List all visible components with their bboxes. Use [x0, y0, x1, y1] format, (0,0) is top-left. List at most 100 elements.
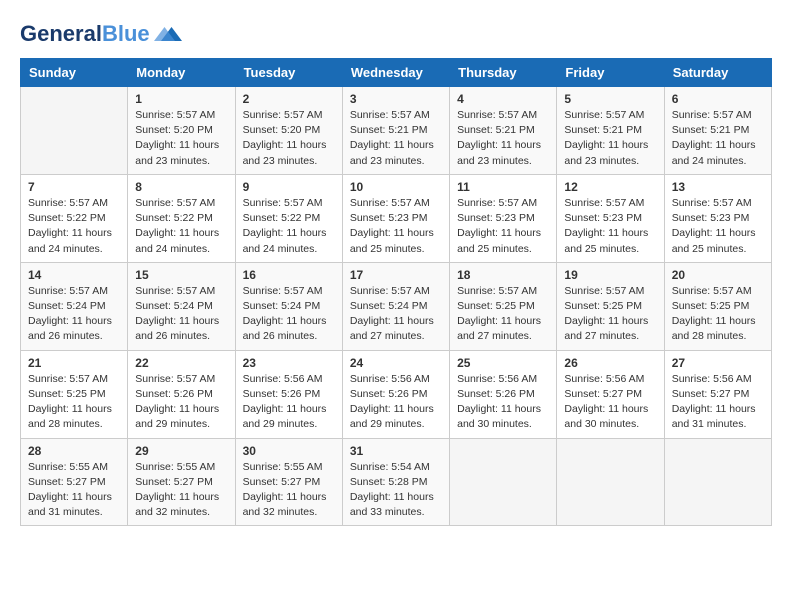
calendar-cell: 25 Sunrise: 5:56 AMSunset: 5:26 PMDayligh… [450, 350, 557, 438]
day-number: 31 [350, 444, 442, 458]
day-number: 24 [350, 356, 442, 370]
cell-content: Sunrise: 5:57 AMSunset: 5:24 PMDaylight:… [350, 284, 442, 345]
week-row-4: 21 Sunrise: 5:57 AMSunset: 5:25 PMDayligh… [21, 350, 772, 438]
logo-text: GeneralBlue [20, 22, 150, 46]
logo-icon [154, 20, 182, 48]
day-number: 10 [350, 180, 442, 194]
cell-content: Sunrise: 5:57 AMSunset: 5:24 PMDaylight:… [135, 284, 227, 345]
day-header-wednesday: Wednesday [342, 59, 449, 87]
day-number: 17 [350, 268, 442, 282]
calendar-cell: 26 Sunrise: 5:56 AMSunset: 5:27 PMDayligh… [557, 350, 664, 438]
day-number: 28 [28, 444, 120, 458]
cell-content: Sunrise: 5:57 AMSunset: 5:25 PMDaylight:… [28, 372, 120, 433]
calendar-cell: 21 Sunrise: 5:57 AMSunset: 5:25 PMDayligh… [21, 350, 128, 438]
calendar-cell: 19 Sunrise: 5:57 AMSunset: 5:25 PMDayligh… [557, 262, 664, 350]
cell-content: Sunrise: 5:57 AMSunset: 5:23 PMDaylight:… [457, 196, 549, 257]
cell-content: Sunrise: 5:57 AMSunset: 5:24 PMDaylight:… [243, 284, 335, 345]
day-number: 23 [243, 356, 335, 370]
day-number: 13 [672, 180, 764, 194]
calendar-cell: 1Sunrise: 5:57 AMSunset: 5:20 PMDaylight… [128, 87, 235, 175]
day-number: 9 [243, 180, 335, 194]
day-number: 11 [457, 180, 549, 194]
calendar-cell: 3Sunrise: 5:57 AMSunset: 5:21 PMDaylight… [342, 87, 449, 175]
cell-content: Sunrise: 5:57 AMSunset: 5:22 PMDaylight:… [243, 196, 335, 257]
day-header-thursday: Thursday [450, 59, 557, 87]
day-number: 7 [28, 180, 120, 194]
cell-content: Sunrise: 5:57 AMSunset: 5:22 PMDaylight:… [135, 196, 227, 257]
cell-content: Sunrise: 5:57 AMSunset: 5:26 PMDaylight:… [135, 372, 227, 433]
day-number: 14 [28, 268, 120, 282]
calendar-table: SundayMondayTuesdayWednesdayThursdayFrid… [20, 58, 772, 526]
calendar-cell: 20 Sunrise: 5:57 AMSunset: 5:25 PMDayligh… [664, 262, 771, 350]
cell-content: Sunrise: 5:57 AMSunset: 5:21 PMDaylight:… [564, 108, 656, 169]
day-header-monday: Monday [128, 59, 235, 87]
cell-content: Sunrise: 5:57 AMSunset: 5:25 PMDaylight:… [457, 284, 549, 345]
week-row-1: 1Sunrise: 5:57 AMSunset: 5:20 PMDaylight… [21, 87, 772, 175]
week-row-3: 14 Sunrise: 5:57 AMSunset: 5:24 PMDayligh… [21, 262, 772, 350]
calendar-cell: 13Sunrise: 5:57 AMSunset: 5:23 PMDayligh… [664, 174, 771, 262]
day-number: 21 [28, 356, 120, 370]
cell-content: Sunrise: 5:57 AMSunset: 5:20 PMDaylight:… [135, 108, 227, 169]
calendar-cell: 10 Sunrise: 5:57 AMSunset: 5:23 PMDayligh… [342, 174, 449, 262]
calendar-cell: 12 Sunrise: 5:57 AMSunset: 5:23 PMDayligh… [557, 174, 664, 262]
calendar-cell: 30 Sunrise: 5:55 AMSunset: 5:27 PMDayligh… [235, 438, 342, 526]
calendar-cell [450, 438, 557, 526]
calendar-cell: 11 Sunrise: 5:57 AMSunset: 5:23 PMDayligh… [450, 174, 557, 262]
calendar-cell: 2 Sunrise: 5:57 AMSunset: 5:20 PMDaylight… [235, 87, 342, 175]
calendar-cell [21, 87, 128, 175]
day-number: 4 [457, 92, 549, 106]
calendar-cell: 28 Sunrise: 5:55 AMSunset: 5:27 PMDayligh… [21, 438, 128, 526]
calendar-cell: 15Sunrise: 5:57 AMSunset: 5:24 PMDayligh… [128, 262, 235, 350]
calendar-cell: 23 Sunrise: 5:56 AMSunset: 5:26 PMDayligh… [235, 350, 342, 438]
calendar-cell: 17 Sunrise: 5:57 AMSunset: 5:24 PMDayligh… [342, 262, 449, 350]
logo: GeneralBlue [20, 20, 182, 48]
cell-content: Sunrise: 5:57 AMSunset: 5:25 PMDaylight:… [672, 284, 764, 345]
cell-content: Sunrise: 5:56 AMSunset: 5:27 PMDaylight:… [672, 372, 764, 433]
calendar-cell: 22Sunrise: 5:57 AMSunset: 5:26 PMDayligh… [128, 350, 235, 438]
calendar-cell: 5Sunrise: 5:57 AMSunset: 5:21 PMDaylight… [557, 87, 664, 175]
day-number: 26 [564, 356, 656, 370]
day-number: 8 [135, 180, 227, 194]
day-number: 25 [457, 356, 549, 370]
day-number: 6 [672, 92, 764, 106]
week-row-5: 28 Sunrise: 5:55 AMSunset: 5:27 PMDayligh… [21, 438, 772, 526]
calendar-cell: 18Sunrise: 5:57 AMSunset: 5:25 PMDayligh… [450, 262, 557, 350]
header-row: SundayMondayTuesdayWednesdayThursdayFrid… [21, 59, 772, 87]
day-number: 3 [350, 92, 442, 106]
cell-content: Sunrise: 5:55 AMSunset: 5:27 PMDaylight:… [243, 460, 335, 521]
calendar-cell: 29Sunrise: 5:55 AMSunset: 5:27 PMDayligh… [128, 438, 235, 526]
calendar-cell: 27 Sunrise: 5:56 AMSunset: 5:27 PMDayligh… [664, 350, 771, 438]
day-number: 2 [243, 92, 335, 106]
cell-content: Sunrise: 5:57 AMSunset: 5:24 PMDaylight:… [28, 284, 120, 345]
cell-content: Sunrise: 5:56 AMSunset: 5:26 PMDaylight:… [457, 372, 549, 433]
calendar-cell: 14 Sunrise: 5:57 AMSunset: 5:24 PMDayligh… [21, 262, 128, 350]
cell-content: Sunrise: 5:56 AMSunset: 5:26 PMDaylight:… [350, 372, 442, 433]
day-number: 12 [564, 180, 656, 194]
cell-content: Sunrise: 5:57 AMSunset: 5:23 PMDaylight:… [350, 196, 442, 257]
calendar-cell: 7Sunrise: 5:57 AMSunset: 5:22 PMDaylight… [21, 174, 128, 262]
week-row-2: 7 Sunrise: 5:57 AMSunset: 5:22 PMDaylight… [21, 174, 772, 262]
day-number: 19 [564, 268, 656, 282]
calendar-cell: 6 Sunrise: 5:57 AMSunset: 5:21 PMDaylight… [664, 87, 771, 175]
cell-content: Sunrise: 5:56 AMSunset: 5:26 PMDaylight:… [243, 372, 335, 433]
cell-content: Sunrise: 5:57 AMSunset: 5:20 PMDaylight:… [243, 108, 335, 169]
day-number: 20 [672, 268, 764, 282]
cell-content: Sunrise: 5:55 AMSunset: 5:27 PMDaylight:… [28, 460, 120, 521]
calendar-cell: 9 Sunrise: 5:57 AMSunset: 5:22 PMDaylight… [235, 174, 342, 262]
cell-content: Sunrise: 5:54 AMSunset: 5:28 PMDaylight:… [350, 460, 442, 521]
day-number: 27 [672, 356, 764, 370]
day-header-tuesday: Tuesday [235, 59, 342, 87]
calendar-cell: 8 Sunrise: 5:57 AMSunset: 5:22 PMDaylight… [128, 174, 235, 262]
day-number: 29 [135, 444, 227, 458]
day-header-friday: Friday [557, 59, 664, 87]
cell-content: Sunrise: 5:56 AMSunset: 5:27 PMDaylight:… [564, 372, 656, 433]
cell-content: Sunrise: 5:57 AMSunset: 5:23 PMDaylight:… [564, 196, 656, 257]
calendar-cell: 31 Sunrise: 5:54 AMSunset: 5:28 PMDayligh… [342, 438, 449, 526]
day-number: 30 [243, 444, 335, 458]
cell-content: Sunrise: 5:57 AMSunset: 5:21 PMDaylight:… [672, 108, 764, 169]
cell-content: Sunrise: 5:57 AMSunset: 5:25 PMDaylight:… [564, 284, 656, 345]
calendar-cell [557, 438, 664, 526]
day-header-saturday: Saturday [664, 59, 771, 87]
calendar-cell: 16Sunrise: 5:57 AMSunset: 5:24 PMDayligh… [235, 262, 342, 350]
calendar-cell [664, 438, 771, 526]
